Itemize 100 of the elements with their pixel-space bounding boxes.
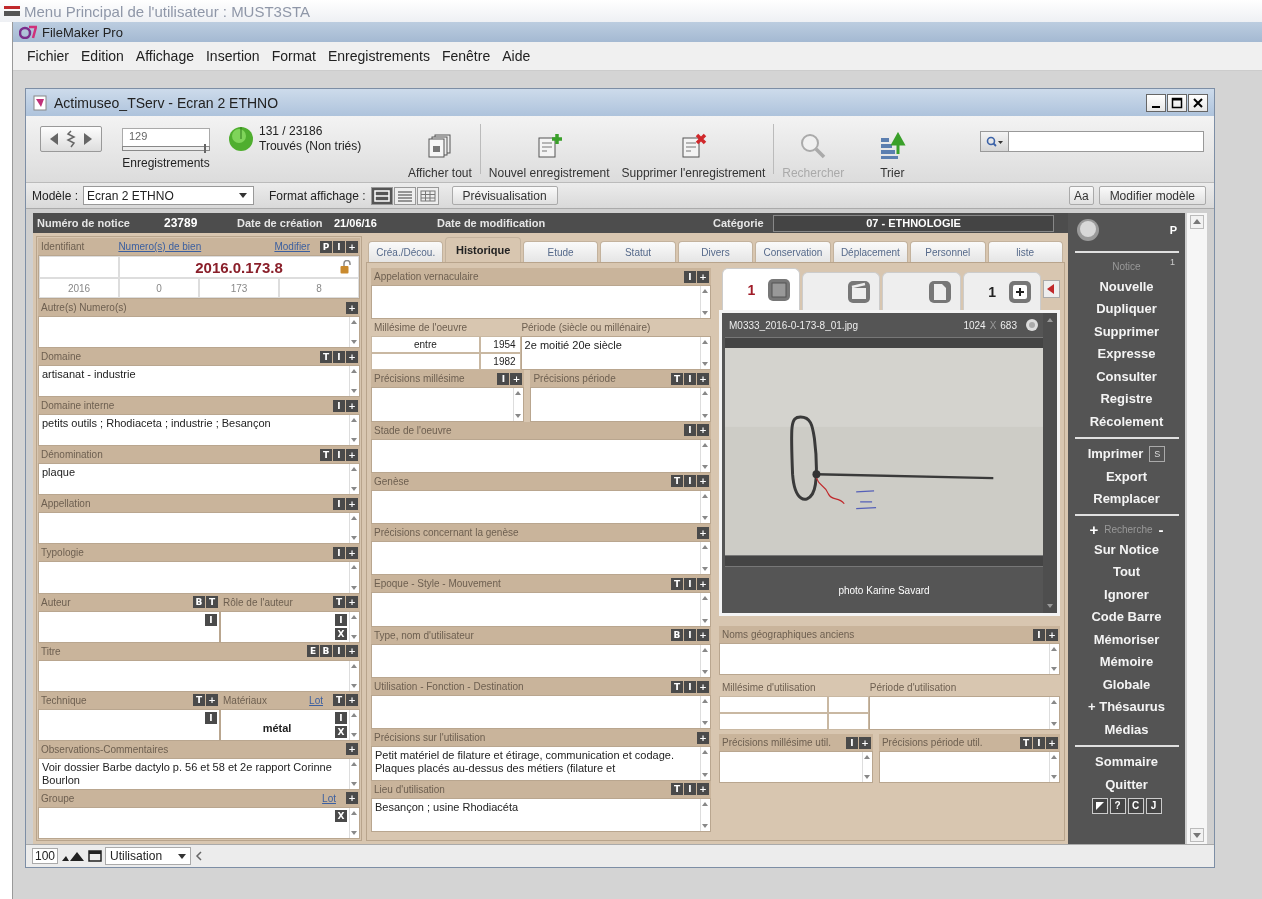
scroll-down-icon[interactable] <box>701 822 709 829</box>
id-part-field[interactable]: 8 <box>279 278 359 298</box>
scroll-up-icon[interactable] <box>350 515 358 522</box>
scroll-up-icon[interactable] <box>701 288 709 294</box>
scroll-down-icon[interactable] <box>1050 721 1058 727</box>
sidebar-item[interactable]: Supprimer <box>1094 323 1159 339</box>
scroll-up-icon[interactable] <box>1190 215 1204 229</box>
text-field[interactable]: I <box>38 610 220 643</box>
sidebar-item[interactable]: Médias <box>1104 721 1149 737</box>
layout-dropdown[interactable]: Ecran 2 ETHNO <box>83 186 255 205</box>
edit-layout-button[interactable]: Modifier modèle <box>1098 186 1206 205</box>
field-tool-button[interactable]: T <box>671 783 683 796</box>
sidebar-item[interactable]: Consulter <box>1096 368 1157 384</box>
sidebar-item[interactable]: Export <box>1105 468 1148 484</box>
scroll-down-icon[interactable] <box>701 515 709 522</box>
date-field[interactable]: 1982 <box>479 353 521 371</box>
scroll-down-icon[interactable] <box>1190 828 1204 842</box>
sidebar-item[interactable]: Tout <box>1112 564 1141 580</box>
tab[interactable]: Etude <box>522 241 599 262</box>
text-field[interactable] <box>371 541 711 576</box>
date-field[interactable] <box>828 713 869 730</box>
tab[interactable]: liste <box>987 241 1063 262</box>
scroll-up-icon[interactable] <box>350 564 358 571</box>
field-tool-button[interactable]: + <box>346 792 358 805</box>
tab[interactable]: Conservation <box>755 241 831 262</box>
scroll-down-icon[interactable] <box>701 617 709 624</box>
field-tool-button[interactable]: T <box>333 596 345 609</box>
minimize-button[interactable] <box>1146 93 1166 112</box>
sidebar-item[interactable]: Nouvelle <box>1099 278 1154 294</box>
text-field[interactable]: Besançon ; usine Rhodiacéta <box>371 797 711 832</box>
scroll-up-icon[interactable] <box>701 595 709 602</box>
tab[interactable]: Créa./Décou. <box>368 241 444 262</box>
media-tab[interactable] <box>882 272 961 310</box>
field-tool-button[interactable]: + <box>346 350 358 363</box>
text-field[interactable] <box>530 387 711 422</box>
text-field[interactable]: métal I X <box>220 708 360 741</box>
scroll-up-icon[interactable] <box>1050 646 1058 652</box>
zoom-mountains-icon[interactable] <box>61 850 86 862</box>
date-field[interactable] <box>719 696 829 713</box>
text-field[interactable] <box>371 592 711 627</box>
scroll-up-icon[interactable] <box>862 754 871 760</box>
scroll-down-icon[interactable] <box>701 566 709 573</box>
text-field[interactable] <box>38 512 360 545</box>
close-button[interactable] <box>1188 93 1208 112</box>
field-tool-button[interactable]: I <box>684 680 696 693</box>
field-tool-button[interactable]: + <box>346 546 358 559</box>
text-field[interactable] <box>371 643 711 679</box>
field-tool-button[interactable]: I <box>684 578 696 590</box>
menu-item[interactable]: Edition <box>81 48 124 64</box>
field-tool-button[interactable]: + <box>346 399 358 412</box>
search-options-button[interactable] <box>981 132 1009 151</box>
field-tool-button[interactable]: I <box>1033 736 1045 749</box>
scroll-up-icon[interactable] <box>350 711 358 718</box>
field-tool-button[interactable]: I <box>333 497 345 510</box>
text-field[interactable] <box>371 387 525 422</box>
field-tool-button[interactable]: I <box>684 270 696 283</box>
menu-item[interactable]: Insertion <box>205 48 260 64</box>
scroll-up-icon[interactable] <box>350 760 358 767</box>
scroll-down-icon[interactable] <box>701 361 709 368</box>
date-field[interactable] <box>719 713 829 730</box>
zoom-field[interactable]: 100 <box>32 848 59 864</box>
scroll-down-icon[interactable] <box>514 412 523 419</box>
sidebar-item[interactable]: Mémoire <box>1099 654 1154 670</box>
field-tool-button[interactable]: I <box>845 736 858 749</box>
sidebar-item[interactable]: Sur Notice <box>1094 541 1159 557</box>
field-tool-button[interactable]: + <box>346 743 358 756</box>
field-tool-button[interactable]: I <box>333 448 345 461</box>
toolbar-button[interactable]: Trier <box>872 124 913 182</box>
field-tool-button[interactable]: T <box>333 694 345 707</box>
record-number-field[interactable]: 129 <box>122 128 210 146</box>
scroll-down-icon[interactable] <box>862 774 871 780</box>
preview-button[interactable]: Prévisualisation <box>451 186 558 205</box>
field-tool-button[interactable]: T <box>320 350 332 363</box>
field-tool-button[interactable]: B <box>671 629 683 642</box>
menu-item[interactable]: Fichier <box>27 48 69 64</box>
scroll-up-icon[interactable] <box>1050 699 1058 705</box>
media-tab[interactable]: 1 <box>962 272 1041 310</box>
field-tool-button[interactable]: + <box>697 424 709 437</box>
text-field[interactable]: I X <box>220 610 360 643</box>
scroll-up-icon[interactable] <box>350 466 358 473</box>
media-tab[interactable] <box>802 272 881 310</box>
text-field[interactable]: I <box>38 708 220 741</box>
mode-dropdown[interactable]: Utilisation <box>105 847 192 865</box>
scroll-up-icon[interactable] <box>350 417 358 424</box>
sidebar-item[interactable]: Récolement <box>1089 413 1164 429</box>
date-field[interactable] <box>371 353 480 371</box>
scroll-down-icon[interactable] <box>350 584 358 591</box>
field-tool-button[interactable]: B <box>320 645 332 658</box>
field-tool-button[interactable]: I <box>684 372 696 385</box>
shortcut-button[interactable]: J <box>1145 797 1162 814</box>
field-tool-button[interactable]: B <box>193 596 205 609</box>
text-field[interactable] <box>38 316 360 349</box>
field-tool-button[interactable]: + <box>206 694 218 707</box>
field-tool-button[interactable]: + <box>697 731 709 744</box>
id-part-field[interactable]: 173 <box>199 278 279 298</box>
scroll-down-icon[interactable] <box>350 731 358 738</box>
field-tool-button[interactable]: T <box>320 448 332 461</box>
expand-button[interactable]: + <box>1089 520 1099 538</box>
scroll-up-icon[interactable] <box>701 441 709 448</box>
scroll-up-icon[interactable] <box>1046 317 1054 323</box>
